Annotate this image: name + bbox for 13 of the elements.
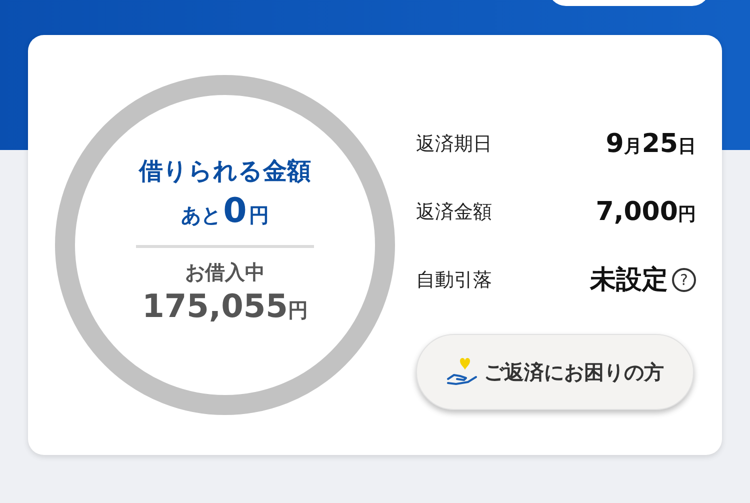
available-amount: あと 0 円 [181, 191, 269, 231]
help-button[interactable]: ご返済にお困りの方 [416, 334, 694, 410]
available-label: 借りられる金額 [139, 156, 311, 187]
detail-label: 返済期日 [416, 132, 492, 157]
borrowing-amount: 175,055円 [142, 286, 308, 326]
help-icon[interactable]: ? [672, 268, 696, 292]
detail-label: 自動引落 [416, 268, 492, 293]
heart-hand-icon [446, 357, 480, 387]
borrowing-label: お借入中 [185, 259, 265, 286]
detail-value: 7,000円 [596, 196, 696, 229]
detail-value: 9月 25 日 [606, 128, 696, 161]
detail-value: 未設定 [590, 264, 668, 296]
detail-label: 返済金額 [416, 200, 492, 225]
